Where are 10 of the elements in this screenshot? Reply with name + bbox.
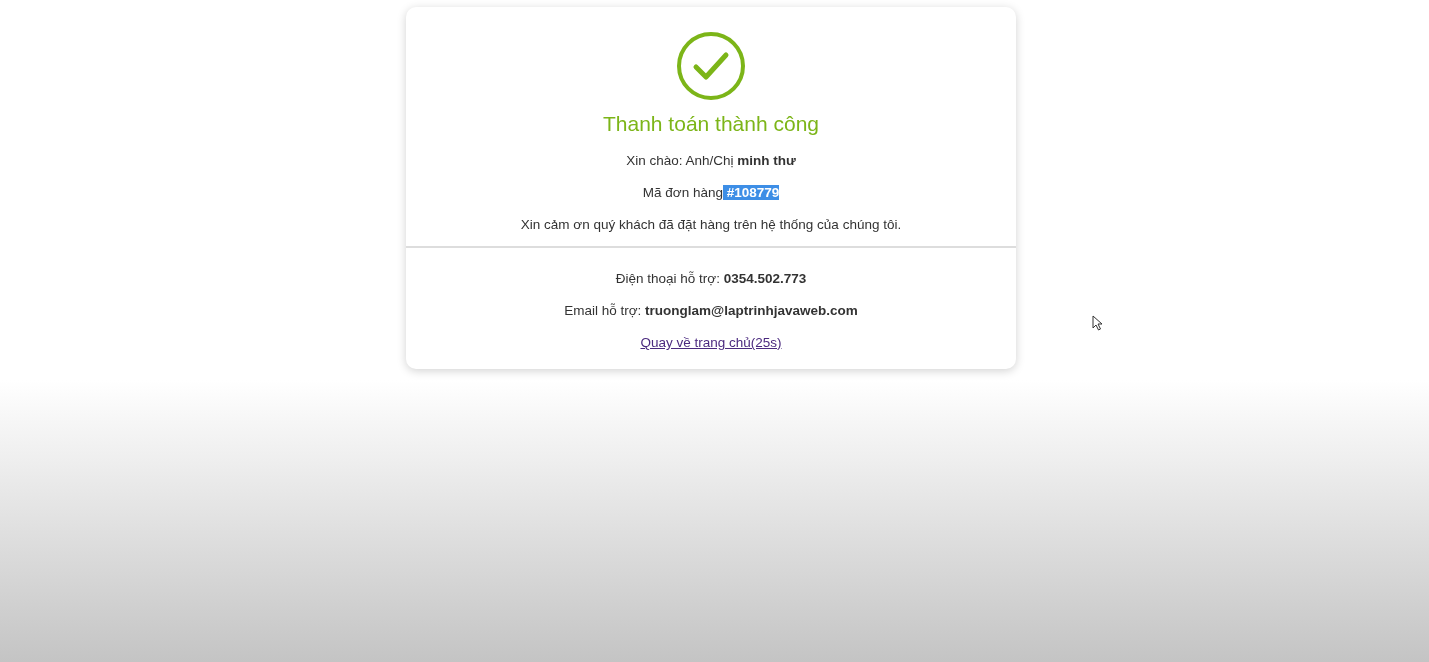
order-number: #108779 <box>722 185 780 200</box>
check-circle-icon <box>676 31 746 101</box>
support-text: Email hỗ trợ: truonglam@laptrinhjavaweb.com <box>564 302 858 320</box>
home-link[interactable]: Quay về trang chủ(25s) <box>640 334 782 352</box>
mouse-cursor-icon <box>1092 315 1103 331</box>
order-label: Mã đơn hàng <box>642 185 723 200</box>
thanks-text: Xin cảm ơn quý khách đã đặt hàng trên hệ thống của chúng tôi. <box>520 216 902 234</box>
support-text: Điện thoại hỗ trợ: 0354.502.773 <box>615 270 807 288</box>
greeting-text: Xin chào: Anh/Chị minh thư <box>626 152 796 170</box>
success-title: Thanh toán thành công <box>603 111 819 137</box>
